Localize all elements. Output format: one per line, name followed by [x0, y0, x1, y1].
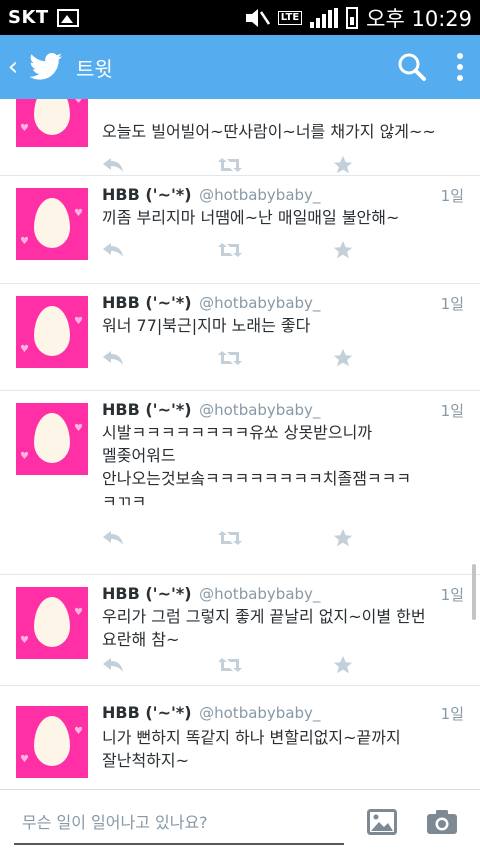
- author-handle: @hotbabybaby_: [199, 294, 321, 312]
- author-handle: @hotbabybaby_: [199, 186, 321, 204]
- tweet-text: 워너 77|북근|지마 노래는 좋다: [102, 316, 311, 335]
- twitter-bird-icon[interactable]: [24, 45, 68, 89]
- favorite-star-icon[interactable]: [332, 238, 362, 262]
- author-handle: @hotbabybaby_: [199, 704, 321, 722]
- tweet-author[interactable]: HBB ('~'*) @hotbabybaby_: [102, 703, 320, 722]
- network-type-label: LTE: [277, 10, 303, 25]
- egg-avatar-icon: [34, 198, 70, 248]
- tweet-timeline[interactable]: ♥ ♥ 오늘도 빌어빌어~딴사람이~너를 채가지 않게~~ ♥ ♥ HBB ('…: [0, 99, 480, 789]
- tweet-actions: [102, 526, 362, 550]
- author-name: HBB ('~'*): [102, 185, 192, 204]
- clock: 오후 10:29: [366, 6, 472, 31]
- tweet-time: 1일: [440, 586, 464, 604]
- tweet-item[interactable]: ♥ ♥ 오늘도 빌어빌어~딴사람이~너를 채가지 않게~~: [0, 99, 480, 176]
- tweet-time: 1일: [440, 295, 464, 313]
- overflow-menu-icon[interactable]: [440, 35, 480, 99]
- scrollbar-thumb[interactable]: [472, 564, 476, 620]
- page-title: 트윗: [76, 56, 113, 81]
- tweet-item[interactable]: ♥ ♥ HBB ('~'*) @hotbabybaby_ 1일 니가 뻔하지 똑…: [0, 686, 480, 789]
- carrier-label: SKT: [8, 7, 49, 28]
- author-name: HBB ('~'*): [102, 400, 192, 419]
- author-name: HBB ('~'*): [102, 584, 192, 603]
- favorite-star-icon[interactable]: [332, 346, 362, 370]
- retweet-icon[interactable]: [217, 346, 332, 370]
- tweet-time: 1일: [440, 187, 464, 205]
- reply-icon[interactable]: [102, 526, 217, 550]
- egg-avatar-icon: [34, 716, 70, 766]
- avatar[interactable]: ♥ ♥: [16, 706, 88, 778]
- camera-icon[interactable]: [412, 790, 472, 854]
- tweet-text: 니가 뻔하지 똑같지 하나 변할리없지~끝까지 잘난척하지~: [102, 728, 401, 770]
- reply-icon[interactable]: [102, 238, 217, 262]
- avatar[interactable]: ♥ ♥: [16, 403, 88, 475]
- tweet-actions: [102, 153, 362, 177]
- tweet-text: 오늘도 빌어빌어~딴사람이~너를 채가지 않게~~: [102, 122, 436, 141]
- egg-avatar-icon: [34, 597, 70, 647]
- compose-bar: 무슨 일이 일어나고 있나요?: [0, 789, 480, 853]
- tweet-item[interactable]: ♥ ♥ HBB ('~'*) @hotbabybaby_ 1일 시발ㅋㅋㅋㅋㅋㅋ…: [0, 391, 480, 575]
- status-right: LTE 오후 10:29: [244, 3, 472, 33]
- reply-icon[interactable]: [102, 346, 217, 370]
- retweet-icon[interactable]: [217, 653, 332, 677]
- tweet-item[interactable]: ♥ ♥ HBB ('~'*) @hotbabybaby_ 1일 우리가 그럼 그…: [0, 575, 480, 686]
- retweet-icon[interactable]: [217, 153, 332, 177]
- egg-avatar-icon: [34, 99, 70, 135]
- tweet-item[interactable]: ♥ ♥ HBB ('~'*) @hotbabybaby_ 1일 끼좀 부리지마 …: [0, 176, 480, 284]
- reply-icon[interactable]: [102, 653, 217, 677]
- favorite-star-icon[interactable]: [332, 153, 362, 177]
- tweet-time: 1일: [440, 402, 464, 420]
- action-bar: ‹ 트윗: [0, 35, 480, 99]
- compose-placeholder: 무슨 일이 일어나고 있나요?: [22, 812, 208, 832]
- tweet-author[interactable]: HBB ('~'*) @hotbabybaby_: [102, 293, 320, 312]
- favorite-star-icon[interactable]: [332, 653, 362, 677]
- retweet-icon[interactable]: [217, 526, 332, 550]
- author-name: HBB ('~'*): [102, 293, 192, 312]
- battery-icon: [346, 6, 359, 29]
- tweet-actions: [102, 653, 362, 677]
- avatar[interactable]: ♥ ♥: [16, 587, 88, 659]
- search-icon[interactable]: [384, 35, 440, 99]
- author-name: HBB ('~'*): [102, 703, 192, 722]
- avatar[interactable]: ♥ ♥: [16, 188, 88, 260]
- status-bar: SKT LTE 오후 10:29: [0, 0, 480, 35]
- tweet-text: 시발ㅋㅋㅋㅋㅋㅋㅋㅋ유쏘 상못받으니까 멜좆어워드 안나오는것보솤ㅋㅋㅋㅋㅋㅋㅋ…: [102, 423, 412, 511]
- favorite-star-icon[interactable]: [332, 526, 362, 550]
- tweet-author[interactable]: HBB ('~'*) @hotbabybaby_: [102, 400, 320, 419]
- compose-input[interactable]: 무슨 일이 일어나고 있나요?: [14, 799, 344, 845]
- tweet-text: 우리가 그럼 그렇지 좋게 끝날리 없지~이별 한번 요란해 참~: [102, 607, 426, 649]
- reply-icon[interactable]: [102, 153, 217, 177]
- author-handle: @hotbabybaby_: [199, 401, 321, 419]
- photo-icon[interactable]: [352, 790, 412, 854]
- egg-avatar-icon: [34, 413, 70, 463]
- tweet-actions: [102, 238, 362, 262]
- tweet-author[interactable]: HBB ('~'*) @hotbabybaby_: [102, 185, 320, 204]
- back-icon[interactable]: ‹: [2, 52, 24, 82]
- signal-icon: [310, 7, 339, 28]
- mute-icon: [245, 8, 270, 27]
- tweet-actions: [102, 346, 362, 370]
- avatar[interactable]: ♥ ♥: [16, 296, 88, 368]
- tweet-item[interactable]: ♥ ♥ HBB ('~'*) @hotbabybaby_ 1일 워너 77|북근…: [0, 284, 480, 391]
- retweet-icon[interactable]: [217, 238, 332, 262]
- tweet-text: 끼좀 부리지마 너땜에~난 매일매일 불안해~: [102, 208, 400, 227]
- image-notification-icon: [56, 8, 79, 27]
- tweet-author[interactable]: HBB ('~'*) @hotbabybaby_: [102, 584, 320, 603]
- author-handle: @hotbabybaby_: [199, 585, 321, 603]
- egg-avatar-icon: [34, 306, 70, 356]
- avatar[interactable]: ♥ ♥: [16, 99, 88, 147]
- tweet-time: 1일: [440, 705, 464, 723]
